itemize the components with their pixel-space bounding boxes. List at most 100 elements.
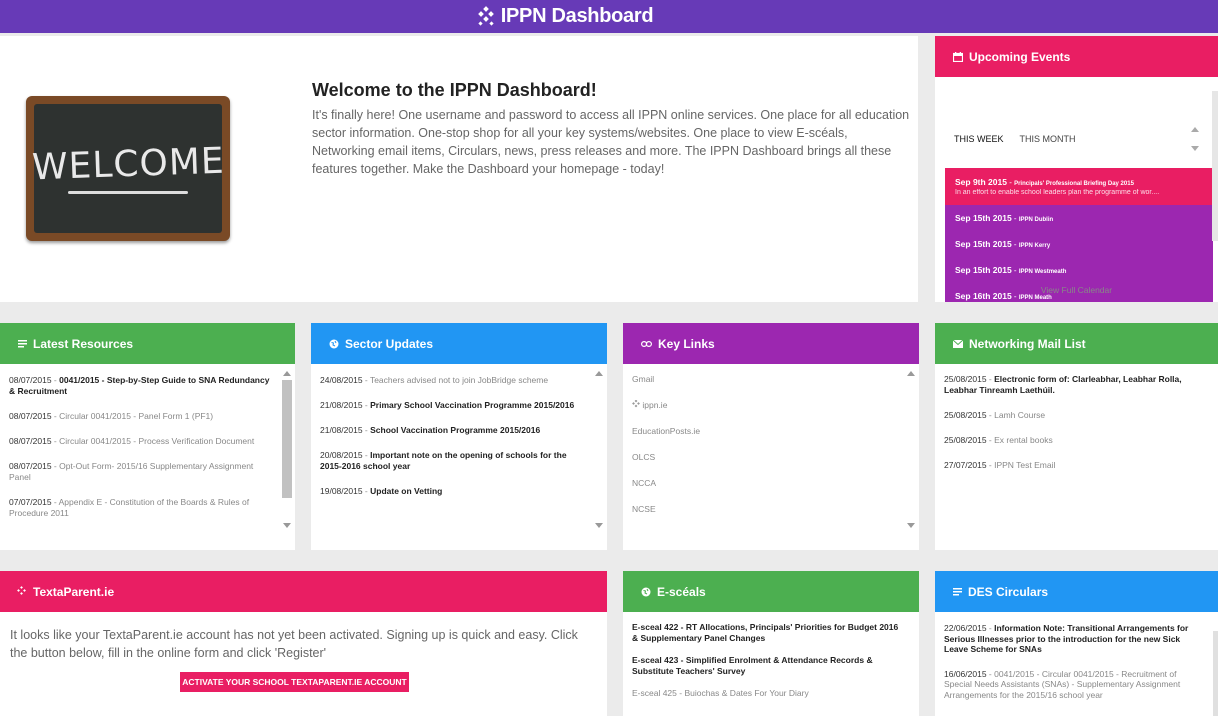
activate-textaparent-button[interactable]: ACTIVATE YOUR SCHOOL TEXTAPARENT.IE ACCO… [180, 672, 409, 692]
events-tabs: THIS WEEK THIS MONTH [954, 134, 1092, 144]
tab-this-week[interactable]: THIS WEEK [954, 134, 1004, 144]
circulars-header: DES Circulars [935, 571, 1218, 612]
textaparent-title: TextaParent.ie [33, 584, 115, 599]
links-scrollbar[interactable] [905, 369, 917, 528]
list-item[interactable]: 08/07/2015 - 0041/2015 - Step-by-Step Gu… [9, 375, 275, 397]
link-olcs[interactable]: OLCS [632, 452, 899, 463]
list-icon [18, 339, 27, 348]
scroll-up-icon[interactable] [283, 371, 291, 376]
item-date: 21/08/2015 [320, 425, 363, 435]
list-item[interactable]: 21/08/2015 - School Vaccination Programm… [320, 425, 587, 436]
list-item[interactable]: 19/08/2015 - Update on Vetting [320, 486, 587, 497]
item-date: 25/08/2015 [944, 435, 987, 445]
resources-header: Latest Resources [0, 323, 295, 364]
item-text: Ex rental books [994, 435, 1053, 445]
upcoming-events-panel: Upcoming Events THIS WEEK THIS MONTH Sep… [935, 36, 1218, 302]
link-ippn[interactable]: ippn.ie [632, 399, 899, 411]
link-ncse[interactable]: NCSE [632, 504, 899, 515]
event-item[interactable]: Sep 15th 2015 - IPPN Dublin [945, 205, 1213, 231]
item-date: 24/08/2015 [320, 375, 363, 385]
item-date: 20/08/2015 [320, 450, 363, 460]
textaparent-header: TextaParent.ie [0, 571, 607, 612]
mail-title: Networking Mail List [969, 336, 1086, 351]
key-links-panel: Key Links Gmail ippn.ie EducationPosts.i… [623, 323, 919, 550]
esceals-title: E-scéals [657, 584, 706, 599]
sector-scrollbar[interactable] [593, 369, 605, 528]
welcome-title: Welcome to the IPPN Dashboard! [312, 80, 597, 100]
item-date: 22/06/2015 [944, 623, 987, 633]
list-item[interactable]: 21/08/2015 - Primary School Vaccination … [320, 400, 587, 411]
sector-list: 24/08/2015 - Teachers advised not to joi… [320, 375, 587, 511]
item-date: 08/07/2015 [9, 436, 52, 446]
links-header: Key Links [623, 323, 919, 364]
ippn-logo-icon [477, 5, 494, 26]
textaparent-panel: TextaParent.ie It looks like your TextaP… [0, 571, 607, 716]
event-date: Sep 15th 2015 [955, 265, 1012, 275]
link-icon [641, 340, 652, 348]
scroll-thumb[interactable] [282, 380, 292, 498]
circulars-scrollbar[interactable] [1213, 631, 1218, 716]
item-text: Circular 0041/2015 - Process Verificatio… [59, 436, 255, 446]
scroll-up-icon[interactable] [907, 371, 915, 376]
events-title: Upcoming Events [969, 49, 1071, 64]
list-item[interactable]: 20/08/2015 - Important note on the openi… [320, 450, 587, 472]
event-date: Sep 15th 2015 [955, 239, 1012, 249]
list-item[interactable]: 08/07/2015 - Opt-Out Form- 2015/16 Suppl… [9, 461, 275, 483]
item-date: 08/07/2015 [9, 461, 52, 471]
list-item[interactable]: 22/06/2015 - Information Note: Transitio… [944, 623, 1204, 655]
list-item[interactable]: E-sceal 425 - Buiochas & Dates For Your … [632, 688, 905, 699]
item-date: 07/07/2015 [9, 497, 52, 507]
item-text: IPPN Test Email [994, 460, 1056, 470]
link-ncca[interactable]: NCCA [632, 478, 899, 489]
textaparent-logo-icon [16, 586, 27, 597]
item-date: 08/07/2015 [9, 375, 52, 385]
globe-icon [329, 339, 339, 349]
page-title: IPPN Dashboard [500, 5, 654, 27]
event-item[interactable]: Sep 15th 2015 - IPPN Kerry [945, 231, 1213, 257]
list-item[interactable]: 25/08/2015 - Electronic form of: Clarlea… [944, 374, 1208, 396]
links-title: Key Links [658, 336, 715, 351]
list-item[interactable]: E-sceal 422 - RT Allocations, Principals… [632, 622, 905, 643]
scroll-up-icon[interactable] [595, 371, 603, 376]
list-item[interactable]: 08/07/2015 - Circular 0041/2015 - Panel … [9, 411, 275, 422]
list-item[interactable]: 27/07/2015 - IPPN Test Email [944, 460, 1208, 471]
scroll-down-icon[interactable] [283, 523, 291, 528]
list-item[interactable]: 24/08/2015 - Teachers advised not to joi… [320, 375, 587, 386]
list-item[interactable]: 25/08/2015 - Lamh Course [944, 410, 1208, 421]
item-date: 27/07/2015 [944, 460, 987, 470]
list-item[interactable]: E-sceal 423 - Simplified Enrolment & Att… [632, 655, 905, 676]
welcome-chalkboard-image: WELCOME [26, 96, 230, 241]
event-item[interactable]: Sep 9th 2015 - Principals' Professional … [945, 168, 1213, 205]
link-label: ippn.ie [642, 400, 668, 410]
scroll-down-icon[interactable] [907, 523, 915, 528]
list-item[interactable]: 16/06/2015 - 0041/2015 - Circular 0041/2… [944, 669, 1204, 701]
link-gmail[interactable]: Gmail [632, 374, 899, 385]
brand[interactable]: IPPN Dashboard [475, 5, 654, 28]
list-item[interactable]: 25/08/2015 - Ex rental books [944, 435, 1208, 446]
des-circulars-panel: DES Circulars 22/06/2015 - Information N… [935, 571, 1218, 716]
top-bar: IPPN Dashboard [0, 0, 1218, 33]
list-icon [953, 587, 962, 596]
event-item[interactable]: Sep 15th 2015 - IPPN Westmeath [945, 257, 1213, 283]
item-date: 25/08/2015 [944, 410, 987, 420]
events-scrollbar[interactable] [1212, 91, 1218, 241]
item-text: E-sceal 423 - Simplified Enrolment & Att… [632, 655, 873, 676]
scroll-down-icon[interactable] [595, 523, 603, 528]
resources-scrollbar[interactable] [281, 369, 293, 528]
item-text: Teachers advised not to join JobBridge s… [369, 375, 549, 385]
sector-title: Sector Updates [345, 336, 434, 351]
list-item[interactable]: 08/07/2015 - Circular 0041/2015 - Proces… [9, 436, 275, 447]
event-name: IPPN Dublin [1018, 217, 1054, 223]
item-date: 08/07/2015 [9, 411, 52, 421]
link-educationposts[interactable]: EducationPosts.ie [632, 426, 899, 437]
events-list: Sep 9th 2015 - Principals' Professional … [945, 168, 1213, 302]
item-text: Lamh Course [994, 410, 1046, 420]
circulars-list: 22/06/2015 - Information Note: Transitio… [944, 623, 1204, 710]
list-item[interactable]: 07/07/2015 - Appendix E - Constitution o… [9, 497, 275, 519]
tab-this-month[interactable]: THIS MONTH [1020, 134, 1076, 144]
events-tabs-scroller[interactable] [1188, 125, 1202, 153]
view-full-calendar-link[interactable]: View Full Calendar [935, 285, 1218, 295]
resources-list: 08/07/2015 - 0041/2015 - Step-by-Step Gu… [9, 375, 275, 533]
latest-resources-panel: Latest Resources 08/07/2015 - 0041/2015 … [0, 323, 295, 550]
globe-icon [641, 587, 651, 597]
